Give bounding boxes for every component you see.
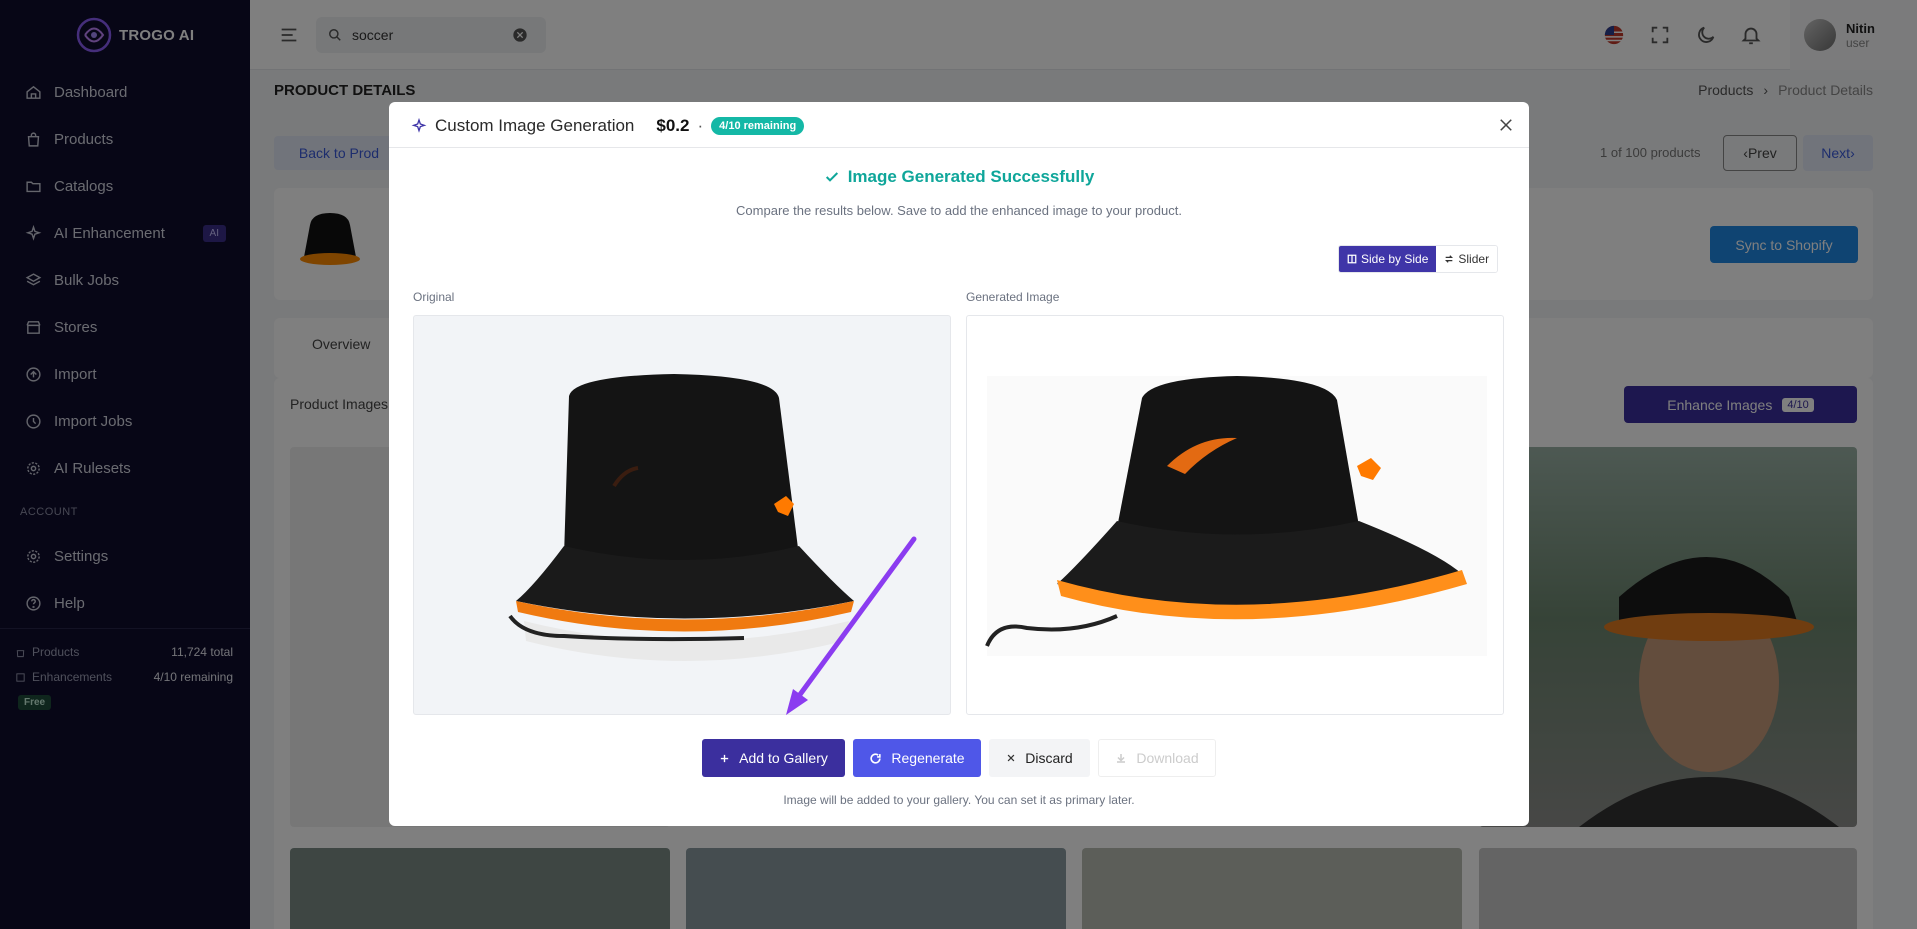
view-toggle: Side by Side Slider [1338, 245, 1499, 273]
side-by-side-label: Side by Side [1361, 252, 1429, 266]
image-generation-modal: Custom Image Generation $0.2 · 4/10 rema… [389, 102, 1529, 826]
wand-sparkle-icon [411, 118, 427, 133]
x-icon [1007, 754, 1015, 762]
remaining-badge: 4/10 remaining [711, 117, 805, 135]
close-icon[interactable] [1497, 116, 1515, 134]
arrows-swap-icon [1445, 255, 1454, 263]
success-text: Image Generated Successfully [847, 167, 1095, 186]
add-label: Add to Gallery [739, 750, 828, 766]
success-message: Image Generated Successfully [389, 167, 1529, 187]
slider-label: Slider [1458, 252, 1490, 266]
check-icon [825, 172, 838, 182]
discard-button[interactable]: Discard [989, 739, 1090, 777]
download-label: Download [1136, 750, 1199, 766]
download-icon [1117, 754, 1126, 763]
original-label: Original [413, 290, 455, 304]
gallery-hint: Image will be added to your gallery. You… [783, 793, 1135, 807]
modal-header: Custom Image Generation $0.2 · 4/10 rema… [389, 102, 1529, 148]
add-to-gallery-button[interactable]: Add to Gallery [702, 739, 845, 777]
original-image-panel [413, 315, 951, 715]
modal-actions: Add to Gallery Regenerate Discard Downlo… [389, 739, 1529, 777]
modal-title: Custom Image Generation [435, 116, 635, 135]
slider-button[interactable]: Slider [1436, 246, 1498, 272]
original-bucket-hat-image [508, 374, 854, 661]
generated-bucket-hat-image [985, 376, 1487, 656]
plus-icon [720, 754, 729, 762]
separator-dot: · [697, 116, 704, 135]
generation-price: $0.2 [656, 116, 690, 135]
generated-label: Generated Image [966, 290, 1060, 304]
modal-title-row: Custom Image Generation $0.2 · 4/10 rema… [411, 116, 805, 136]
download-button[interactable]: Download [1098, 739, 1216, 777]
compare-subtitle: Compare the results below. Save to add t… [736, 203, 1182, 218]
discard-label: Discard [1025, 750, 1073, 766]
columns-icon [1347, 254, 1357, 264]
regenerate-label: Regenerate [891, 750, 965, 766]
generated-image-panel [966, 315, 1504, 715]
refresh-icon [870, 752, 882, 764]
regenerate-button[interactable]: Regenerate [853, 739, 981, 777]
side-by-side-button[interactable]: Side by Side [1339, 246, 1437, 272]
